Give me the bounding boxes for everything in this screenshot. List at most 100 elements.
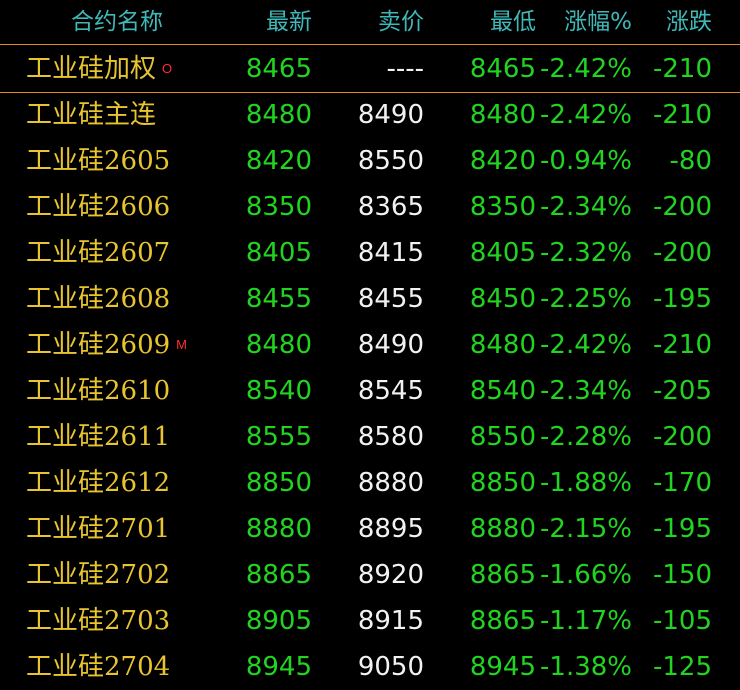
low-price: 8405 [469, 238, 536, 268]
contract-name: 工业硅2611 [26, 420, 170, 454]
table-row[interactable]: 工业硅2611 8555 8580 8550 -2.28% -200 [0, 414, 740, 460]
contract-name: 工业硅2704 [26, 650, 170, 684]
low-price: 8945 [469, 652, 536, 682]
contract-name-text: 工业硅加权 [26, 54, 157, 84]
table-row[interactable]: 工业硅主连 8480 8490 8480 -2.42% -210 [0, 92, 740, 138]
ask-price: 8545 [357, 376, 424, 406]
last-price: 8865 [245, 560, 312, 590]
last-price: 8480 [245, 330, 312, 360]
contract-name: 工业硅加权 O [26, 52, 172, 90]
contract-name-text: 工业硅2606 [26, 192, 171, 222]
last-price: 8945 [245, 652, 312, 682]
table-row[interactable]: 工业硅2703 8905 8915 8865 -1.17% -105 [0, 598, 740, 644]
contract-name: 工业硅2606 [26, 190, 170, 224]
change-percent: -2.34% [540, 376, 632, 406]
header-low-price[interactable]: 最低 [490, 6, 536, 38]
last-price: 8905 [245, 606, 312, 636]
contract-name: 工业硅主连 [26, 98, 156, 132]
low-price: 8550 [469, 422, 536, 452]
last-price: 8555 [245, 422, 312, 452]
low-price: 8465 [469, 54, 536, 84]
contract-name-text: 工业硅2608 [26, 284, 171, 314]
ask-price: 8365 [357, 192, 424, 222]
table-row[interactable]: 工业硅2702 8865 8920 8865 -1.66% -150 [0, 552, 740, 598]
ask-price: 9050 [357, 652, 424, 682]
low-price: 8420 [469, 146, 536, 176]
last-price: 8880 [245, 514, 312, 544]
change-value: -200 [652, 422, 712, 452]
low-price: 8450 [469, 284, 536, 314]
contract-name-text: 工业硅2702 [26, 560, 171, 590]
ask-price: 8415 [357, 238, 424, 268]
table-row[interactable]: 工业硅加权 O 8465 ---- 8465 -2.42% -210 [0, 46, 740, 93]
last-price: 8850 [245, 468, 312, 498]
low-price: 8540 [469, 376, 536, 406]
contract-name: 工业硅2701 [26, 512, 170, 546]
low-price: 8880 [469, 514, 536, 544]
low-price: 8480 [469, 100, 536, 130]
change-value: -200 [652, 192, 712, 222]
table-row[interactable]: 工业硅2609 M 8480 8490 8480 -2.42% -210 [0, 322, 740, 368]
last-price: 8420 [245, 146, 312, 176]
low-price: 8865 [469, 606, 536, 636]
change-value: -195 [652, 514, 712, 544]
table-row[interactable]: 工业硅2605 8420 8550 8420 -0.94% -80 [0, 138, 740, 184]
contract-name-text: 工业硅2605 [26, 146, 171, 176]
ask-price: 8895 [357, 514, 424, 544]
change-percent: -1.38% [540, 652, 632, 682]
change-percent: -2.28% [540, 422, 632, 452]
contract-name-text: 工业硅2612 [26, 468, 171, 498]
contract-name: 工业硅2610 [26, 374, 170, 408]
low-price: 8865 [469, 560, 536, 590]
table-row[interactable]: 工业硅2704 8945 9050 8945 -1.38% -125 [0, 644, 740, 690]
header-change-percent[interactable]: 涨幅% [564, 6, 632, 38]
contract-name-text: 工业硅2609 [26, 330, 171, 360]
ask-price: 8920 [357, 560, 424, 590]
change-value: -150 [652, 560, 712, 590]
change-value: -125 [652, 652, 712, 682]
low-price: 8350 [469, 192, 536, 222]
table-row[interactable]: 工业硅2610 8540 8545 8540 -2.34% -205 [0, 368, 740, 414]
table-row[interactable]: 工业硅2608 8455 8455 8450 -2.25% -195 [0, 276, 740, 322]
change-percent: -1.88% [540, 468, 632, 498]
contract-marker-badge: M [176, 337, 188, 352]
change-value: -195 [652, 284, 712, 314]
low-price: 8480 [469, 330, 536, 360]
change-value: -210 [652, 330, 712, 360]
table-row[interactable]: 工业硅2607 8405 8415 8405 -2.32% -200 [0, 230, 740, 276]
contract-name: 工业硅2608 [26, 282, 170, 316]
change-percent: -1.66% [540, 560, 632, 590]
ask-price: 8455 [357, 284, 424, 314]
contract-name-text: 工业硅2701 [26, 514, 171, 544]
contract-name-text: 工业硅2611 [26, 422, 171, 452]
contract-name-text: 工业硅2703 [26, 606, 171, 636]
change-percent: -2.42% [540, 54, 632, 84]
last-price: 8465 [245, 54, 312, 84]
contract-name: 工业硅2703 [26, 604, 170, 638]
contract-name: 工业硅2607 [26, 236, 170, 270]
change-percent: -2.15% [540, 514, 632, 544]
change-value: -200 [652, 238, 712, 268]
last-price: 8480 [245, 100, 312, 130]
change-value: -80 [669, 146, 712, 176]
table-row[interactable]: 工业硅2606 8350 8365 8350 -2.34% -200 [0, 184, 740, 230]
header-change[interactable]: 涨跌 [666, 6, 712, 38]
change-value: -105 [652, 606, 712, 636]
change-percent: -1.17% [540, 606, 632, 636]
ask-price: 8580 [357, 422, 424, 452]
header-contract-name[interactable]: 合约名称 [71, 6, 163, 38]
ask-price: 8915 [357, 606, 424, 636]
header-ask-price[interactable]: 卖价 [378, 6, 424, 38]
contract-name: 工业硅2609 M [26, 328, 187, 366]
change-value: -205 [652, 376, 712, 406]
change-percent: -0.94% [540, 146, 632, 176]
contract-name: 工业硅2612 [26, 466, 170, 500]
header-last-price[interactable]: 最新 [266, 6, 312, 38]
change-percent: -2.42% [540, 330, 632, 360]
ask-price: 8880 [357, 468, 424, 498]
table-row[interactable]: 工业硅2612 8850 8880 8850 -1.88% -170 [0, 460, 740, 506]
contract-name-text: 工业硅2704 [26, 652, 171, 682]
table-row[interactable]: 工业硅2701 8880 8895 8880 -2.15% -195 [0, 506, 740, 552]
ask-price: 8490 [357, 100, 424, 130]
contract-name-text: 工业硅主连 [26, 100, 157, 130]
